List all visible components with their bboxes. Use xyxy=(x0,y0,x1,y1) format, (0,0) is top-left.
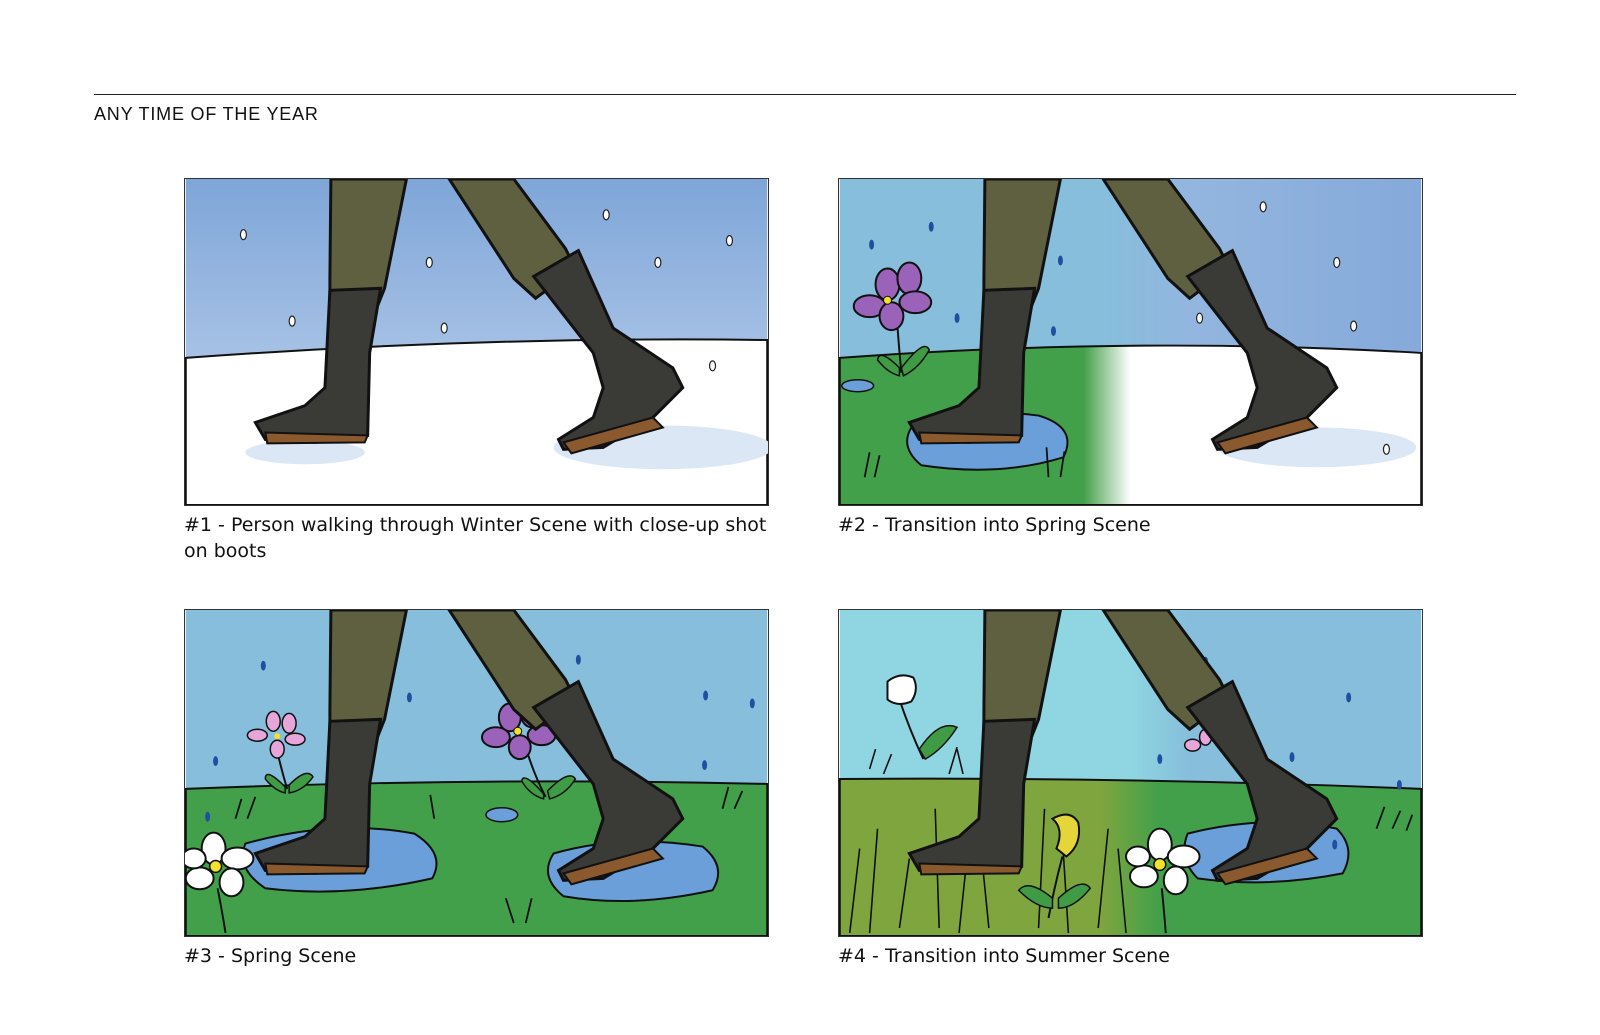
storyboard-frame-2 xyxy=(838,178,1423,506)
storyboard-frame-1 xyxy=(184,178,769,506)
spring-scene-illustration xyxy=(185,610,768,936)
winter-scene-illustration xyxy=(185,179,768,505)
frame-3-caption: #3 - Spring Scene xyxy=(184,945,357,967)
spring-transition-illustration xyxy=(839,179,1422,505)
storyboard-frame-3 xyxy=(184,609,769,937)
storyboard-frame-4 xyxy=(838,609,1423,937)
frame-4-caption: #4 - Transition into Summer Scene xyxy=(838,945,1170,967)
summer-transition-illustration xyxy=(839,610,1422,936)
page-title: ANY TIME OF THE YEAR xyxy=(94,104,319,124)
frame-2-caption: #2 - Transition into Spring Scene xyxy=(838,514,1151,536)
frame-1-caption: #1 - Person walking through Winter Scene… xyxy=(184,514,767,562)
header-rule xyxy=(94,94,1516,95)
